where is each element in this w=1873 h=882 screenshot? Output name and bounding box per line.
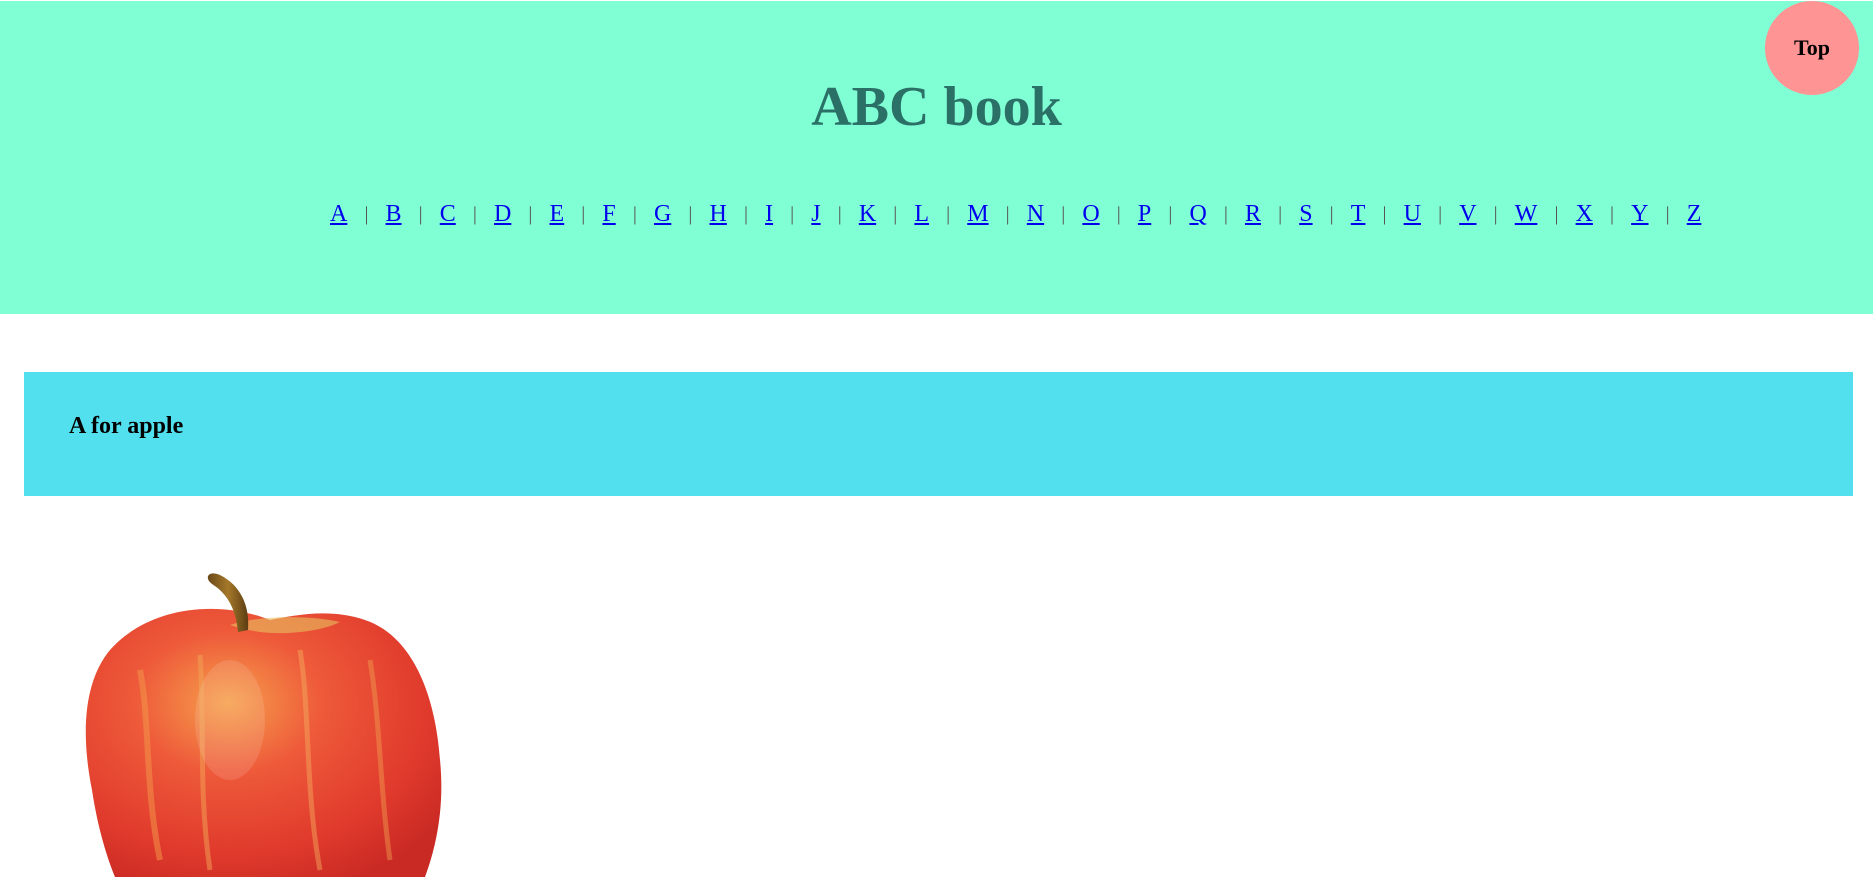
nav-separator: | (1665, 203, 1670, 225)
nav-letter-y[interactable]: Y (1631, 198, 1648, 230)
nav-separator: | (1493, 203, 1498, 225)
nav-separator: | (1223, 203, 1228, 225)
nav-separator: | (1554, 203, 1559, 225)
nav-letter-t[interactable]: T (1351, 198, 1366, 230)
nav-separator: | (893, 203, 898, 225)
nav-letter-s[interactable]: S (1299, 198, 1312, 230)
nav-separator: | (418, 203, 423, 225)
nav-separator: | (1168, 203, 1173, 225)
nav-letter-w[interactable]: W (1515, 198, 1538, 230)
nav-letter-c[interactable]: C (440, 198, 456, 230)
section-heading: A for apple (69, 413, 184, 439)
nav-letter-x[interactable]: X (1576, 198, 1593, 230)
nav-letter-o[interactable]: O (1082, 198, 1099, 230)
nav-separator: | (837, 203, 842, 225)
nav-letter-h[interactable]: H (710, 198, 727, 230)
nav-letter-k[interactable]: K (859, 198, 876, 230)
nav-letter-b[interactable]: B (386, 198, 402, 230)
nav-separator: | (1005, 203, 1010, 225)
nav-separator: | (472, 203, 477, 225)
nav-separator: | (1061, 203, 1066, 225)
nav-letter-n[interactable]: N (1027, 198, 1044, 230)
page-title: ABC book (811, 76, 1062, 138)
nav-letter-v[interactable]: V (1459, 198, 1476, 230)
nav-letter-a[interactable]: A (330, 198, 347, 230)
nav-letter-j[interactable]: J (811, 198, 820, 230)
nav-separator: | (1329, 203, 1334, 225)
nav-letter-f[interactable]: F (602, 198, 615, 230)
nav-separator: | (1438, 203, 1443, 225)
nav-separator: | (632, 203, 637, 225)
nav-letter-p[interactable]: P (1138, 198, 1151, 230)
nav-separator: | (1278, 203, 1283, 225)
section-banner: A for apple (24, 372, 1853, 496)
nav-letter-i[interactable]: I (765, 198, 773, 230)
nav-separator: | (581, 203, 586, 225)
nav-separator: | (1382, 203, 1387, 225)
nav-separator: | (1116, 203, 1121, 225)
nav-letter-e[interactable]: E (550, 198, 565, 230)
nav-separator: | (743, 203, 748, 225)
nav-letter-d[interactable]: D (494, 198, 511, 230)
nav-separator: | (1610, 203, 1615, 225)
page-header: ABC book A | B | C | D | E | F | G | H | I | J | K | L | M | N | O | P… (0, 1, 1873, 314)
nav-separator: | (528, 203, 533, 225)
nav-separator: | (946, 203, 951, 225)
nav-letter-m[interactable]: M (967, 198, 988, 230)
nav-separator: | (688, 203, 693, 225)
nav-letter-g[interactable]: G (654, 198, 671, 230)
nav-letter-r[interactable]: R (1245, 198, 1261, 230)
alphabet-nav: A | B | C | D | E | F | G | H | I | J | K | L | M | N | O | P | Q | R | S | T |… (330, 198, 1702, 230)
top-button[interactable]: Top (1765, 1, 1859, 95)
nav-separator: | (364, 203, 369, 225)
nav-letter-l[interactable]: L (914, 198, 929, 230)
nav-letter-q[interactable]: Q (1189, 198, 1206, 230)
nav-letter-u[interactable]: U (1404, 198, 1421, 230)
nav-separator: | (790, 203, 795, 225)
nav-letter-z[interactable]: Z (1687, 198, 1702, 230)
apple-image (80, 560, 460, 877)
